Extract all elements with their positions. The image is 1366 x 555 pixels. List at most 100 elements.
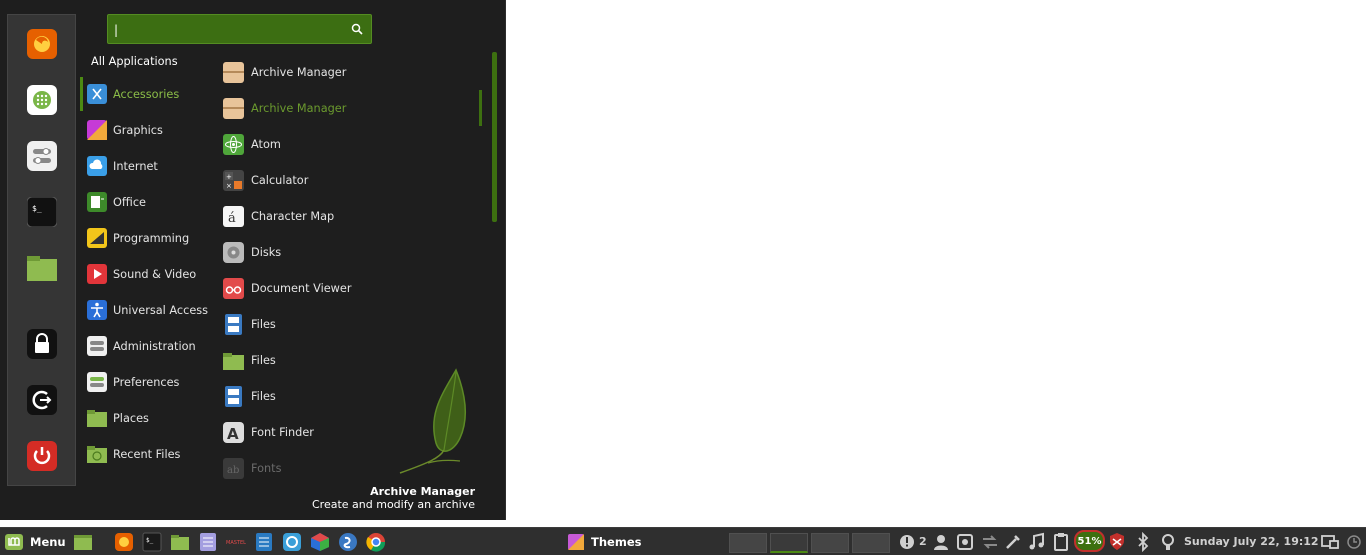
notification-icon (900, 535, 914, 549)
svg-text:$_: $_ (32, 204, 42, 213)
bluetooth-applet[interactable] (1133, 531, 1153, 553)
launcher-simplenote[interactable] (338, 531, 358, 553)
app-files[interactable]: Files (218, 307, 480, 341)
sound-applet[interactable] (1027, 531, 1047, 553)
favorite-system-settings[interactable] (27, 141, 57, 171)
selection-indicator (479, 90, 482, 126)
svg-text:$_: $_ (146, 537, 154, 544)
app-label: Font Finder (251, 425, 314, 439)
clock-small-icon (1347, 535, 1361, 549)
places-icon (87, 408, 107, 428)
lightbulb-icon (1162, 534, 1174, 550)
firefox-icon (27, 29, 57, 59)
window-button-themes[interactable]: Themes (566, 531, 641, 553)
app-document-viewer[interactable]: Document Viewer (218, 271, 480, 305)
launcher-firefox[interactable] (114, 531, 134, 553)
battery-percentage[interactable]: 51% (1074, 530, 1105, 552)
app-character-map[interactable]: á Character Map (218, 199, 480, 233)
administration-icon (87, 336, 107, 356)
category-administration[interactable]: Administration (80, 329, 215, 363)
network-applet[interactable] (980, 531, 1000, 553)
calculator-icon: + × (223, 169, 244, 191)
favorite-terminal[interactable]: $_ (27, 197, 57, 227)
category-internet[interactable]: Internet (80, 149, 215, 183)
favorite-shutdown[interactable] (27, 441, 57, 471)
category-universal-access[interactable]: Universal Access (80, 293, 215, 327)
category-programming[interactable]: Programming (80, 221, 215, 255)
notifications-applet[interactable] (897, 531, 917, 553)
app-archive-manager[interactable]: Archive Manager (218, 91, 480, 125)
search-box[interactable] (107, 14, 372, 44)
clock[interactable]: Sunday July 22, 19:12 (1184, 535, 1319, 548)
category-recent-files[interactable]: Recent Files (80, 437, 215, 471)
app-atom[interactable]: Atom (218, 127, 480, 161)
category-preferences[interactable]: Preferences (80, 365, 215, 399)
favorite-files[interactable] (27, 253, 57, 283)
category-label: Graphics (113, 123, 163, 137)
chrome-icon (366, 533, 386, 552)
category-graphics[interactable]: Graphics (80, 113, 215, 147)
files-icon (27, 256, 57, 281)
menu-button[interactable]: Menu (4, 531, 66, 553)
app-label: Fonts (251, 461, 282, 475)
xapp-status-applet[interactable] (1003, 531, 1023, 553)
category-label: Accessories (113, 87, 180, 101)
app-calculator[interactable]: + × Calculator (218, 163, 480, 197)
network-disconnected-icon (983, 535, 997, 549)
graphics-icon (87, 120, 107, 140)
lock-screen-icon (27, 329, 57, 359)
search-icon (351, 23, 363, 35)
category-places[interactable]: Places (80, 401, 215, 435)
svg-text:×: × (226, 182, 232, 190)
mastel-icon: MASTEL (226, 540, 246, 546)
category-accessories[interactable]: Accessories (80, 77, 215, 111)
internet-icon (87, 156, 107, 176)
launcher-mastel[interactable]: MASTEL (226, 531, 246, 553)
svg-text:A: A (227, 425, 239, 443)
security-applet[interactable] (1107, 531, 1127, 553)
category-sound-video[interactable]: Sound & Video (80, 257, 215, 291)
search-input[interactable] (114, 21, 344, 39)
files-green-icon (223, 350, 244, 371)
app-label: Character Map (251, 209, 335, 223)
favorite-lock-screen[interactable] (27, 329, 57, 359)
app-archive-manager[interactable]: Archive Manager (218, 55, 480, 89)
redshift-applet[interactable] (1158, 531, 1178, 553)
show-desktop-button[interactable] (73, 531, 93, 553)
window-list-applet[interactable] (1320, 531, 1340, 553)
favorite-firefox[interactable] (27, 29, 57, 59)
category-office[interactable]: Office (80, 185, 215, 219)
launcher-nemo-blue[interactable] (282, 531, 302, 553)
workspace-1[interactable] (729, 533, 767, 553)
user-icon (934, 535, 948, 550)
hot-corner-applet[interactable] (1344, 531, 1364, 553)
launcher-chrome[interactable] (366, 531, 386, 553)
launcher-terminal[interactable]: $_ (142, 531, 162, 553)
workspace-2[interactable] (770, 533, 808, 553)
category-label: Places (113, 411, 149, 425)
app-disks[interactable]: Disks (218, 235, 480, 269)
favorite-logout[interactable] (27, 385, 57, 415)
svg-text:+: + (226, 173, 232, 181)
favorites-panel: $_ (7, 14, 76, 486)
workspace-4[interactable] (852, 533, 890, 553)
cube-icon (311, 533, 329, 551)
category-label: Office (113, 195, 146, 209)
all-applications-header[interactable]: All Applications (91, 55, 178, 68)
launcher-virtualbox[interactable] (310, 531, 330, 553)
launcher-text-editor[interactable] (198, 531, 218, 553)
category-label: Recent Files (113, 447, 181, 461)
workspace-3[interactable] (811, 533, 849, 553)
application-menu: $_ All Applications Accessories Graphics I… (0, 0, 506, 520)
window-title: Themes (591, 535, 642, 549)
launcher-document[interactable] (254, 531, 274, 553)
app-list-scrollbar[interactable] (492, 52, 497, 222)
files-blue-icon (223, 385, 244, 407)
launcher-files[interactable] (170, 531, 190, 553)
favorite-software-manager[interactable] (27, 85, 57, 115)
screenshot-applet[interactable] (955, 531, 975, 553)
user-applet[interactable] (931, 531, 951, 553)
clipboard-icon (1054, 533, 1068, 551)
files-blue-icon (223, 313, 244, 335)
clipboard-applet[interactable] (1051, 531, 1071, 553)
